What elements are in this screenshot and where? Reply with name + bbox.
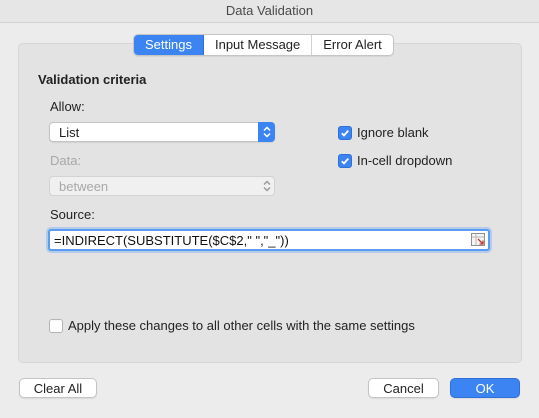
in-cell-dropdown-label: In-cell dropdown <box>357 153 453 168</box>
in-cell-dropdown-checkbox[interactable]: In-cell dropdown <box>338 153 452 168</box>
cancel-button[interactable]: Cancel <box>368 378 439 398</box>
apply-all-label: Apply these changes to all other cells w… <box>68 318 415 333</box>
source-input-value: =INDIRECT(SUBSTITUTE($C$2," ","_")) <box>54 233 289 248</box>
data-select-value: between <box>59 179 109 194</box>
checkmark-icon <box>338 125 352 140</box>
allow-select-value: List <box>59 125 80 140</box>
tab-error-alert[interactable]: Error Alert <box>312 35 393 55</box>
ignore-blank-label: Ignore blank <box>357 125 429 140</box>
tab-settings[interactable]: Settings <box>134 35 204 55</box>
clear-all-button[interactable]: Clear All <box>19 378 97 398</box>
source-label: Source: <box>50 207 95 222</box>
apply-all-checkbox[interactable]: Apply these changes to all other cells w… <box>49 318 415 333</box>
data-select: between <box>49 176 275 196</box>
window-title: Data Validation <box>0 0 539 23</box>
checkmark-icon <box>338 153 352 168</box>
chevron-updown-icon <box>258 122 275 142</box>
validation-criteria-heading: Validation criteria <box>38 72 147 87</box>
tab-input-message[interactable]: Input Message <box>204 35 313 55</box>
tab-bar: Settings Input Message Error Alert <box>133 34 394 56</box>
ignore-blank-checkbox[interactable]: Ignore blank <box>338 125 429 140</box>
ok-button[interactable]: OK <box>450 378 520 398</box>
source-input[interactable]: =INDIRECT(SUBSTITUTE($C$2," ","_")) <box>48 229 490 251</box>
range-select-icon[interactable] <box>471 233 485 246</box>
checkbox-empty-icon <box>49 318 63 333</box>
settings-panel <box>18 43 522 363</box>
allow-select[interactable]: List <box>49 122 275 142</box>
data-label: Data: <box>50 153 82 168</box>
chevron-updown-icon <box>258 176 275 196</box>
allow-label: Allow: <box>50 99 85 114</box>
